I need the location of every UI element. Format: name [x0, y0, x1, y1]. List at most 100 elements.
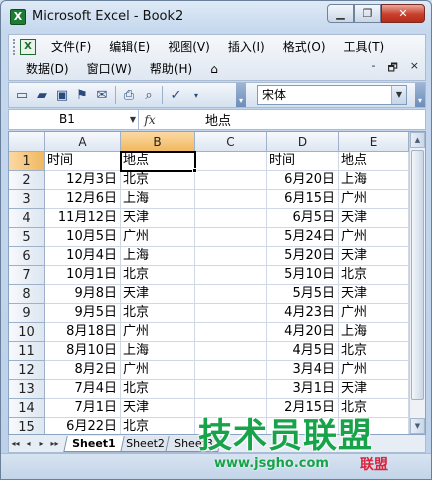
cell-e3[interactable]: 广州	[339, 190, 409, 209]
cell-c7[interactable]	[195, 266, 267, 285]
restore-button[interactable]: ❐	[354, 4, 381, 23]
menu-grip[interactable]	[13, 39, 16, 55]
cell-c6[interactable]	[195, 247, 267, 266]
cell-b5[interactable]: 广州	[121, 228, 195, 247]
cell-e4[interactable]: 天津	[339, 209, 409, 228]
cell-d12[interactable]: 3月4日	[267, 361, 339, 380]
cell-a1[interactable]: 时间	[45, 152, 121, 171]
row-header[interactable]: 13	[9, 380, 45, 399]
scrollbar-thumb[interactable]	[411, 150, 424, 400]
close-button[interactable]: ✕	[381, 4, 425, 23]
cell-c3[interactable]	[195, 190, 267, 209]
minimize-button[interactable]: ▁	[327, 4, 354, 23]
cell-a9[interactable]: 9月5日	[45, 304, 121, 323]
prev-sheet-icon[interactable]: ◂	[22, 439, 35, 448]
cell-d3[interactable]: 6月15日	[267, 190, 339, 209]
cell-b6[interactable]: 上海	[121, 247, 195, 266]
vertical-scrollbar[interactable]: ▲ ▼	[409, 132, 425, 434]
chevron-down-icon[interactable]: ▼	[391, 86, 406, 104]
cell-c12[interactable]	[195, 361, 267, 380]
menu-format[interactable]: 格式(O)	[274, 37, 335, 57]
doc-restore-button[interactable]: 🗗	[387, 59, 397, 78]
cell-b4[interactable]: 天津	[121, 209, 195, 228]
cell-c5[interactable]	[195, 228, 267, 247]
cell-c8[interactable]	[195, 285, 267, 304]
menu-edit[interactable]: 编辑(E)	[100, 37, 159, 57]
formula-input[interactable]: 地点	[161, 110, 231, 129]
cell-d13[interactable]: 3月1日	[267, 380, 339, 399]
cell-d9[interactable]: 4月23日	[267, 304, 339, 323]
cell-b7[interactable]: 北京	[121, 266, 195, 285]
cell-d5[interactable]: 5月24日	[267, 228, 339, 247]
cell-a3[interactable]: 12月6日	[45, 190, 121, 209]
first-sheet-icon[interactable]: ◂◂	[9, 439, 22, 448]
select-all-corner[interactable]	[9, 132, 45, 152]
row-header[interactable]: 14	[9, 399, 45, 418]
cell-b10[interactable]: 广州	[121, 323, 195, 342]
scroll-down-icon[interactable]: ▼	[410, 418, 425, 434]
column-header-d[interactable]: D	[267, 132, 339, 152]
row-header[interactable]: 15	[9, 418, 45, 434]
menu-window[interactable]: 窗口(W)	[78, 59, 141, 79]
open-folder-icon[interactable]: ▰	[32, 85, 52, 105]
camera-icon[interactable]: ⌂	[201, 59, 227, 79]
menu-file[interactable]: 文件(F)	[42, 37, 100, 57]
row-header[interactable]: 4	[9, 209, 45, 228]
cell-e5[interactable]: 广州	[339, 228, 409, 247]
excel-app-icon[interactable]: X	[10, 9, 26, 25]
cell-e11[interactable]: 北京	[339, 342, 409, 361]
doc-minimize-button[interactable]: -	[371, 59, 375, 78]
cell-b11[interactable]: 上海	[121, 342, 195, 361]
cell-d1[interactable]: 时间	[267, 152, 339, 171]
cell-d8[interactable]: 5月5日	[267, 285, 339, 304]
cell-a4[interactable]: 11月12日	[45, 209, 121, 228]
cell-e2[interactable]: 上海	[339, 171, 409, 190]
last-sheet-icon[interactable]: ▸▸	[48, 439, 61, 448]
cell-d4[interactable]: 6月5日	[267, 209, 339, 228]
worksheet-grid[interactable]: ▲ ▼ A B C D E 1 时间 地点 时间 地点 2 12月3日 北京 6月20日 上海 3 12月6日上…	[8, 131, 426, 435]
row-header[interactable]: 11	[9, 342, 45, 361]
menu-help[interactable]: 帮助(H)	[141, 59, 201, 79]
fill-handle[interactable]	[192, 168, 197, 173]
print-icon[interactable]: ⎙	[119, 85, 139, 105]
cell-e8[interactable]: 天津	[339, 285, 409, 304]
cell-a11[interactable]: 8月10日	[45, 342, 121, 361]
menu-tools[interactable]: 工具(T)	[335, 37, 394, 57]
cell-d2[interactable]: 6月20日	[267, 171, 339, 190]
cell-a5[interactable]: 10月5日	[45, 228, 121, 247]
row-header[interactable]: 2	[9, 171, 45, 190]
cell-c2[interactable]	[195, 171, 267, 190]
cell-c10[interactable]	[195, 323, 267, 342]
cell-b2[interactable]: 北京	[121, 171, 195, 190]
cell-b13[interactable]: 北京	[121, 380, 195, 399]
cell-c13[interactable]	[195, 380, 267, 399]
email-icon[interactable]: ✉	[92, 85, 112, 105]
insert-function-icon[interactable]: fx	[139, 113, 161, 127]
cell-a14[interactable]: 7月1日	[45, 399, 121, 418]
row-header[interactable]: 8	[9, 285, 45, 304]
cell-e9[interactable]: 广州	[339, 304, 409, 323]
cell-a7[interactable]: 10月1日	[45, 266, 121, 285]
menu-data[interactable]: 数据(D)	[17, 59, 78, 79]
cell-d11[interactable]: 4月5日	[267, 342, 339, 361]
cell-c4[interactable]	[195, 209, 267, 228]
cell-e7[interactable]: 北京	[339, 266, 409, 285]
row-header[interactable]: 10	[9, 323, 45, 342]
name-box[interactable]: B1 ▼	[9, 110, 139, 129]
row-header[interactable]: 6	[9, 247, 45, 266]
cell-b12[interactable]: 广州	[121, 361, 195, 380]
cell-a6[interactable]: 10月4日	[45, 247, 121, 266]
menu-insert[interactable]: 插入(I)	[219, 37, 274, 57]
column-header-e[interactable]: E	[339, 132, 409, 152]
cell-a13[interactable]: 7月4日	[45, 380, 121, 399]
dropdown-arrow-icon[interactable]: ▾	[186, 85, 206, 105]
row-header[interactable]: 5	[9, 228, 45, 247]
cell-a8[interactable]: 9月8日	[45, 285, 121, 304]
column-header-a[interactable]: A	[45, 132, 121, 152]
workbook-icon[interactable]: X	[20, 39, 36, 55]
cell-b9[interactable]: 北京	[121, 304, 195, 323]
new-icon[interactable]: ▭	[12, 85, 32, 105]
cell-c9[interactable]	[195, 304, 267, 323]
cell-a2[interactable]: 12月3日	[45, 171, 121, 190]
scroll-up-icon[interactable]: ▲	[410, 132, 425, 148]
